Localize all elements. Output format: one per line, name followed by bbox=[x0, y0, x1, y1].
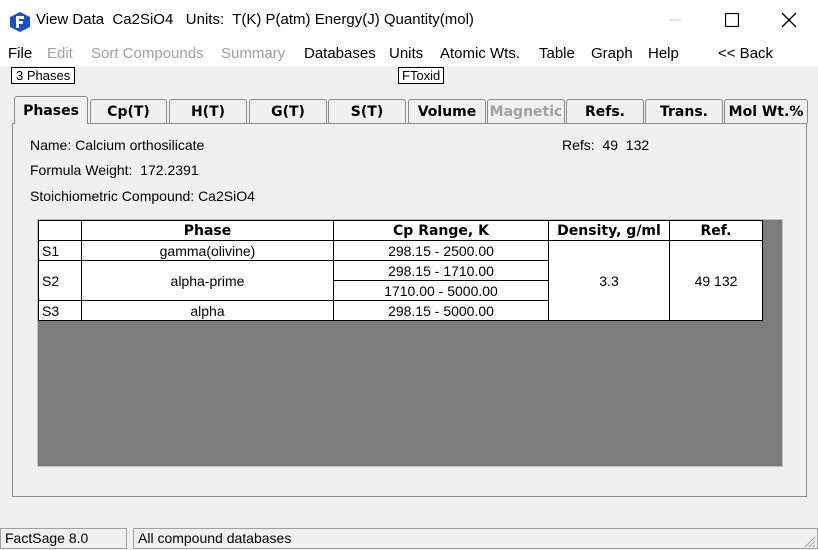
tab-volume[interactable]: Volume bbox=[408, 99, 486, 123]
tab-cp[interactable]: Cp(T) bbox=[90, 99, 167, 123]
table-header-row: Phase Cp Range, K Density, g/ml Ref. bbox=[38, 220, 763, 241]
resize-grip-icon[interactable] bbox=[802, 534, 816, 548]
status-message: All compound databases bbox=[133, 528, 818, 549]
tab-trans[interactable]: Trans. bbox=[645, 99, 723, 123]
status-bar: FactSage 8.0 All compound databases bbox=[0, 527, 818, 550]
menu-summary[interactable]: Summary bbox=[221, 45, 285, 62]
menu-units[interactable]: Units bbox=[389, 45, 423, 62]
cp-range-cell: 1710.00 - 5000.00 bbox=[333, 280, 549, 301]
menu-help[interactable]: Help bbox=[648, 45, 679, 62]
stoichiometric-compound: Stoichiometric Compound: Ca2SiO4 bbox=[30, 188, 255, 204]
close-button[interactable] bbox=[766, 4, 812, 36]
database-label: FToxid bbox=[398, 67, 445, 84]
menu-edit[interactable]: Edit bbox=[47, 45, 73, 62]
window-title: View Data Ca2SiO4 Units: T(K) P(atm) Ene… bbox=[36, 11, 474, 28]
menu-sort-compounds[interactable]: Sort Compounds bbox=[91, 45, 204, 62]
table-row[interactable]: S1 gamma(olivine) 298.15 - 2500.00 3.3 4… bbox=[38, 240, 763, 321]
tab-refs[interactable]: Refs. bbox=[566, 99, 644, 123]
row-id: S1 bbox=[38, 240, 82, 261]
factsage-logo-icon bbox=[10, 12, 30, 32]
menu-graph[interactable]: Graph bbox=[591, 45, 633, 62]
title-bar: View Data Ca2SiO4 Units: T(K) P(atm) Ene… bbox=[0, 0, 818, 40]
phases-grid: Phase Cp Range, K Density, g/ml Ref. S1 … bbox=[37, 219, 783, 467]
close-icon bbox=[781, 12, 797, 28]
menu-table[interactable]: Table bbox=[539, 45, 575, 62]
tab-h[interactable]: H(T) bbox=[169, 99, 247, 123]
column-header-phase[interactable]: Phase bbox=[81, 220, 334, 241]
menu-databases[interactable]: Databases bbox=[304, 45, 376, 62]
minimize-icon bbox=[669, 19, 681, 21]
cp-range-cell: 298.15 - 1710.00 bbox=[333, 260, 549, 281]
row-id: S2 bbox=[38, 260, 82, 301]
corner-cell bbox=[38, 220, 82, 241]
tab-phases[interactable]: Phases bbox=[14, 96, 88, 124]
tab-magnetic[interactable]: Magnetic bbox=[487, 99, 565, 123]
menu-back[interactable]: << Back bbox=[718, 45, 773, 62]
row-id: S3 bbox=[38, 300, 82, 321]
cp-range-cell: 298.15 - 2500.00 bbox=[333, 240, 549, 261]
phase-cell: alpha-prime bbox=[81, 260, 334, 301]
phase-cell: alpha bbox=[81, 300, 334, 321]
tab-s[interactable]: S(T) bbox=[328, 99, 406, 123]
status-version: FactSage 8.0 bbox=[0, 528, 127, 549]
tab-g[interactable]: G(T) bbox=[249, 99, 327, 123]
menu-atomic-wts[interactable]: Atomic Wts. bbox=[440, 45, 520, 62]
column-header-cp-range[interactable]: Cp Range, K bbox=[333, 220, 549, 241]
phase-cell: gamma(olivine) bbox=[81, 240, 334, 261]
ref-cell: 49 132 bbox=[669, 240, 763, 321]
maximize-button[interactable] bbox=[709, 4, 755, 36]
phases-table: Phase Cp Range, K Density, g/ml Ref. S1 … bbox=[38, 220, 763, 321]
compound-name: Name: Calcium orthosilicate bbox=[30, 137, 205, 153]
refs-label: Refs: 49 132 bbox=[562, 137, 650, 153]
phases-count-label: 3 Phases bbox=[11, 67, 76, 84]
column-header-ref[interactable]: Ref. bbox=[669, 220, 763, 241]
column-header-density[interactable]: Density, g/ml bbox=[548, 220, 670, 241]
menu-bar: File Edit Sort Compounds Summary Databas… bbox=[0, 40, 818, 66]
density-cell: 3.3 bbox=[548, 240, 670, 321]
minimize-button[interactable] bbox=[652, 4, 698, 36]
maximize-icon bbox=[725, 13, 739, 27]
tab-mol-wt[interactable]: Mol Wt.% bbox=[724, 99, 808, 123]
menu-file[interactable]: File bbox=[8, 45, 32, 62]
cp-range-cell: 298.15 - 5000.00 bbox=[333, 300, 549, 321]
formula-weight: Formula Weight: 172.2391 bbox=[30, 162, 199, 178]
